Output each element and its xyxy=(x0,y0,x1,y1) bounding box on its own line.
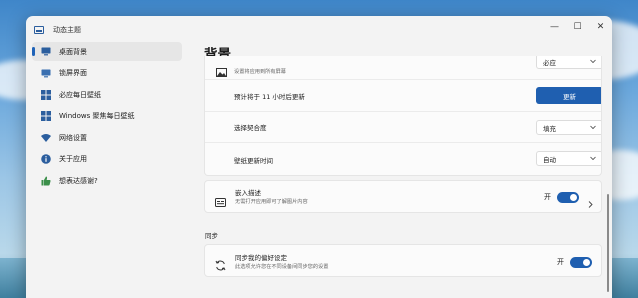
sidebar-item-network-settings[interactable]: 网络设置 xyxy=(32,128,182,147)
chevron-down-icon xyxy=(590,155,596,163)
chevron-down-icon xyxy=(590,124,596,132)
wallpaper-source-row: 设置将应用到所有屏幕 必应 xyxy=(205,56,601,79)
wallpaper-source-sublabel: 设置将应用到所有屏幕 xyxy=(234,69,286,75)
sidebar-item-label: 必应每日壁纸 xyxy=(59,90,101,99)
fit-row: 选择契合度 填充 xyxy=(205,111,601,142)
wallpaper-source-value: 必应 xyxy=(543,58,556,67)
sync-preferences-label: 同步我的偏好设定 xyxy=(235,254,287,262)
sidebar-item-label: 桌面背景 xyxy=(59,47,87,56)
embed-toggle-state: 开 xyxy=(544,193,551,201)
vertical-scrollbar[interactable] xyxy=(607,194,609,292)
sidebar-item-label: 想表达感谢? xyxy=(59,176,98,185)
embed-description-card[interactable]: 嵌入描述 无需打开应用即可了解图片内容 开 xyxy=(204,180,602,213)
minimize-icon: — xyxy=(550,22,559,32)
bing-wallpaper-icon xyxy=(41,89,51,100)
window-title: 动态主题 xyxy=(53,26,81,34)
sync-section-header: 同步 xyxy=(205,232,218,240)
sidebar-item-spotlight-wallpaper[interactable]: Windows 聚焦每日壁纸 xyxy=(32,107,182,126)
info-icon xyxy=(41,154,51,164)
next-update-label: 预计将于 11 小时后更新 xyxy=(234,92,305,101)
interval-dropdown[interactable]: 自动 xyxy=(536,151,601,166)
wifi-icon xyxy=(41,133,51,143)
background-settings-card: 设置将应用到所有屏幕 必应 预计将于 11 小时后更新 更新 选择契合度 填充 xyxy=(204,56,602,176)
update-button-label: 更新 xyxy=(563,92,576,101)
thumbs-up-icon xyxy=(41,176,51,186)
embed-description-toggle[interactable] xyxy=(557,192,579,203)
sidebar-item-label: Windows 聚焦每日壁纸 xyxy=(59,112,135,120)
minimize-button[interactable]: — xyxy=(543,16,566,38)
spotlight-wallpaper-icon xyxy=(41,111,51,121)
sync-icon xyxy=(215,256,226,275)
wallpaper-source-dropdown[interactable]: 必应 xyxy=(536,56,601,69)
fit-value: 填充 xyxy=(543,124,556,133)
fit-dropdown[interactable]: 填充 xyxy=(536,120,601,135)
sidebar-item-label: 关于应用 xyxy=(59,155,87,163)
title-bar[interactable]: 动态主题 — ☐ ✕ xyxy=(26,16,612,44)
sidebar-item-about[interactable]: 关于应用 xyxy=(32,150,182,169)
app-icon xyxy=(34,26,44,34)
desktop-icon xyxy=(41,47,51,57)
maximize-button[interactable]: ☐ xyxy=(566,16,589,38)
sync-toggle-state: 开 xyxy=(557,258,564,266)
sidebar-item-bing-wallpaper[interactable]: 必应每日壁纸 xyxy=(32,85,182,104)
next-update-row: 预计将于 11 小时后更新 更新 xyxy=(205,79,601,111)
sidebar: 桌面背景 锁屏界面 必应每日壁纸 Windows 聚焦每日壁纸 网络设置 关于应… xyxy=(32,42,182,193)
interval-value: 自动 xyxy=(543,155,556,164)
sidebar-item-label: 锁屏界面 xyxy=(59,69,87,77)
fit-label: 选择契合度 xyxy=(234,124,267,132)
sidebar-item-desktop-background[interactable]: 桌面背景 xyxy=(32,42,182,61)
sync-preferences-toggle[interactable] xyxy=(570,257,592,268)
chevron-right-icon xyxy=(588,193,593,212)
sync-preferences-sublabel: 此选项允许您在不同设备间同步您的设置 xyxy=(235,264,329,270)
embed-description-label: 嵌入描述 xyxy=(235,189,261,197)
window-controls: — ☐ ✕ xyxy=(543,16,612,38)
close-button[interactable]: ✕ xyxy=(589,16,612,38)
sidebar-item-label: 网络设置 xyxy=(59,133,87,142)
sidebar-item-thanks[interactable]: 想表达感谢? xyxy=(32,171,182,190)
interval-row: 壁纸更新时间 自动 xyxy=(205,142,601,175)
app-window: 动态主题 — ☐ ✕ 桌面背景 锁屏界面 必应每日壁纸 Windows 聚焦每日… xyxy=(26,16,612,298)
maximize-icon: ☐ xyxy=(573,22,582,32)
sync-preferences-card: 同步我的偏好设定 此选项允许您在不同设备间同步您的设置 开 xyxy=(204,244,602,277)
embed-description-sublabel: 无需打开应用即可了解图片内容 xyxy=(235,199,308,205)
chevron-down-icon xyxy=(590,58,596,66)
lockscreen-icon xyxy=(41,68,51,78)
interval-label: 壁纸更新时间 xyxy=(234,156,273,165)
update-button[interactable]: 更新 xyxy=(536,87,601,104)
caption-icon xyxy=(215,192,226,211)
sidebar-item-lock-screen[interactable]: 锁屏界面 xyxy=(32,64,182,83)
close-icon: ✕ xyxy=(596,22,605,32)
